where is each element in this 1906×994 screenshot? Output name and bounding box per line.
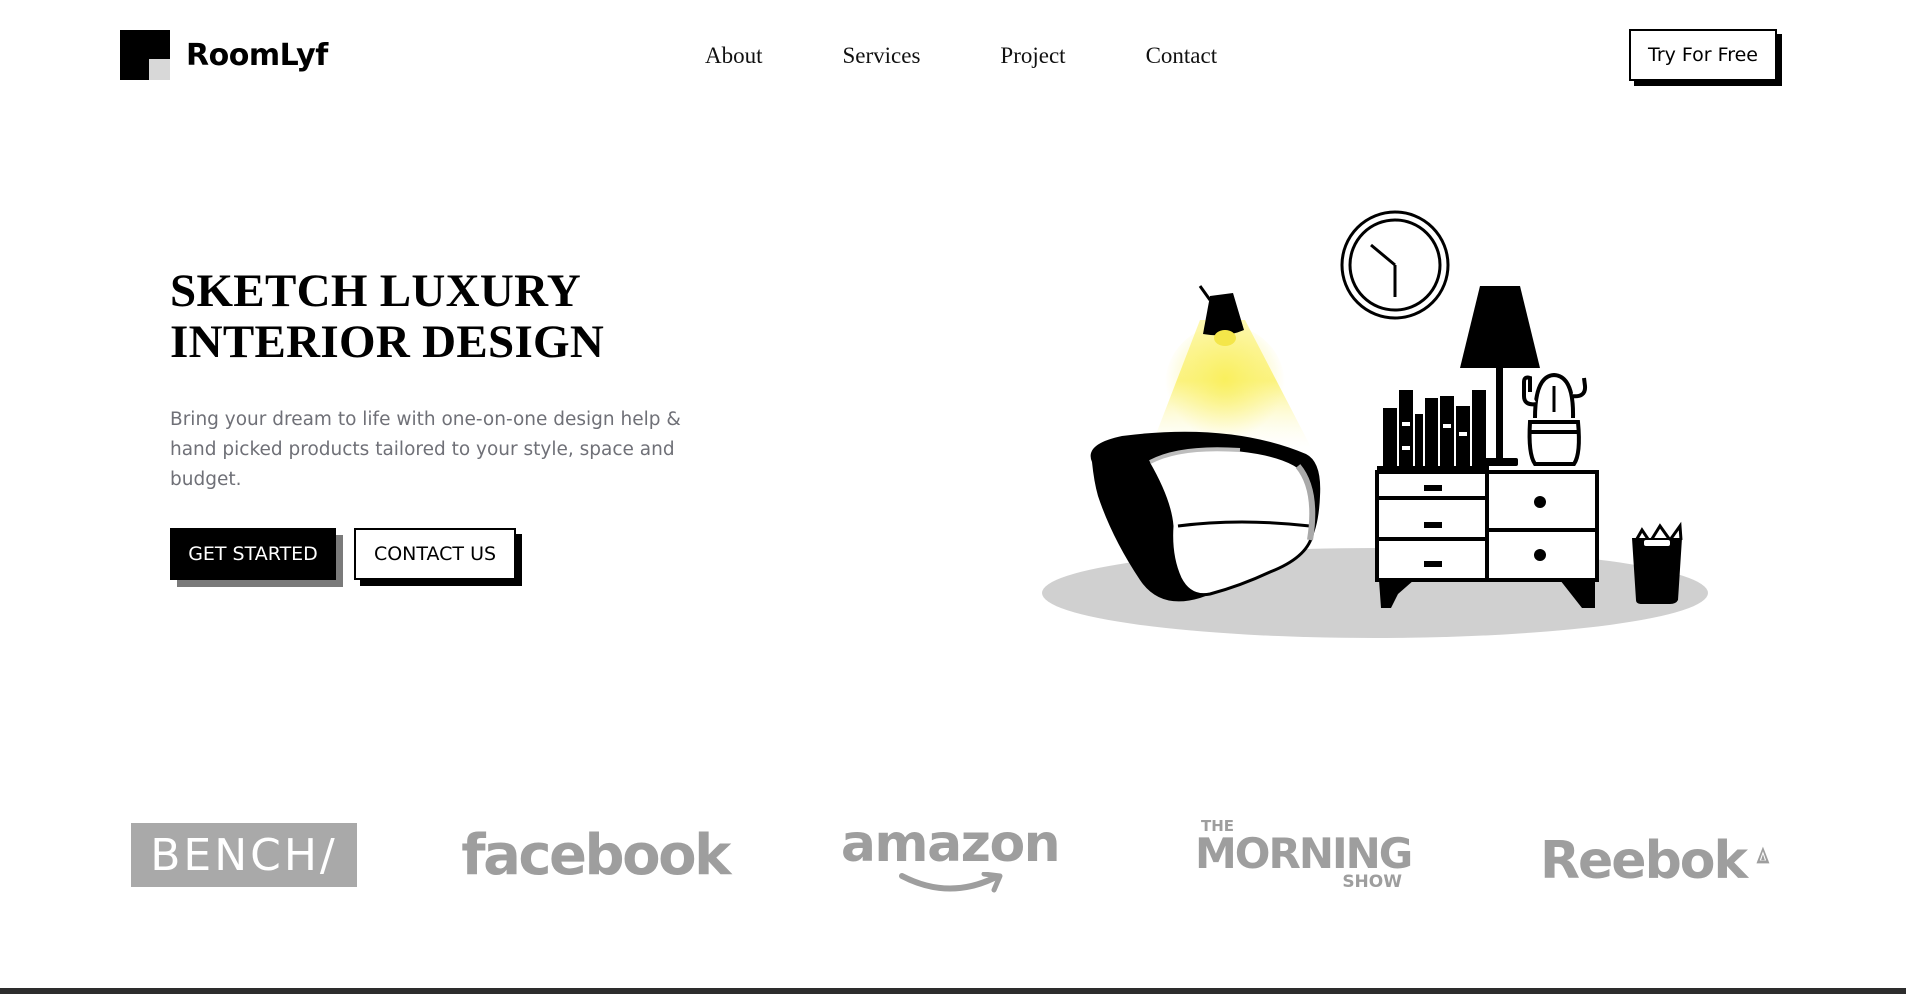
contact-us-button[interactable]: CONTACT US (354, 528, 516, 580)
logo-mark-icon (120, 30, 170, 80)
get-started-button[interactable]: GET STARTED (170, 528, 336, 580)
bench-logo: BENCH/ (131, 800, 357, 910)
reebok-wordmark: Reebok (1540, 831, 1748, 891)
hero-description: Bring your dream to life with one-on-one… (170, 409, 681, 490)
try-for-free-button[interactable]: Try For Free (1629, 29, 1777, 81)
hero-title: SKETCH LUXURY INTERIOR DESIGN (170, 266, 604, 368)
amazon-wordmark: amazon (840, 814, 1061, 874)
amazon-logo: amazon (840, 800, 1061, 910)
hero-title-line-2: INTERIOR DESIGN (170, 316, 605, 368)
reebok-delta-icon (1756, 846, 1770, 864)
morning-show-main: MORNING (1195, 829, 1413, 878)
nav-item-services[interactable]: Services (843, 40, 921, 72)
interior-illustration (1042, 210, 1708, 638)
cactus-plant-icon (1522, 372, 1588, 466)
morning-show-show: SHOW (1342, 872, 1402, 892)
wall-clock-icon (1340, 210, 1450, 320)
trash-bin-icon (1632, 521, 1683, 604)
main-nav: About Services Project Contact (705, 40, 1217, 72)
brand-name: RoomLyf (186, 37, 328, 73)
nav-item-about[interactable]: About (705, 40, 763, 72)
facebook-logo: facebook (461, 822, 731, 888)
morning-show-logo: THE MORNING SHOW (1195, 800, 1413, 910)
nav-item-project[interactable]: Project (1000, 40, 1065, 72)
window-bottom-edge (0, 988, 1906, 994)
brand-logo[interactable]: RoomLyf (120, 30, 328, 80)
nav-item-contact[interactable]: Contact (1146, 40, 1218, 72)
reebok-logo: Reebok (1540, 800, 1770, 910)
landing-page: RoomLyf About Services Project Contact T… (0, 0, 1906, 994)
hero-title-line-1: SKETCH LUXURY (170, 265, 581, 317)
books-icon (1377, 390, 1489, 470)
partner-logos: BENCH/ facebook amazon THE MORNING SHOW … (0, 800, 1906, 910)
amazon-smile-icon (899, 872, 1003, 893)
